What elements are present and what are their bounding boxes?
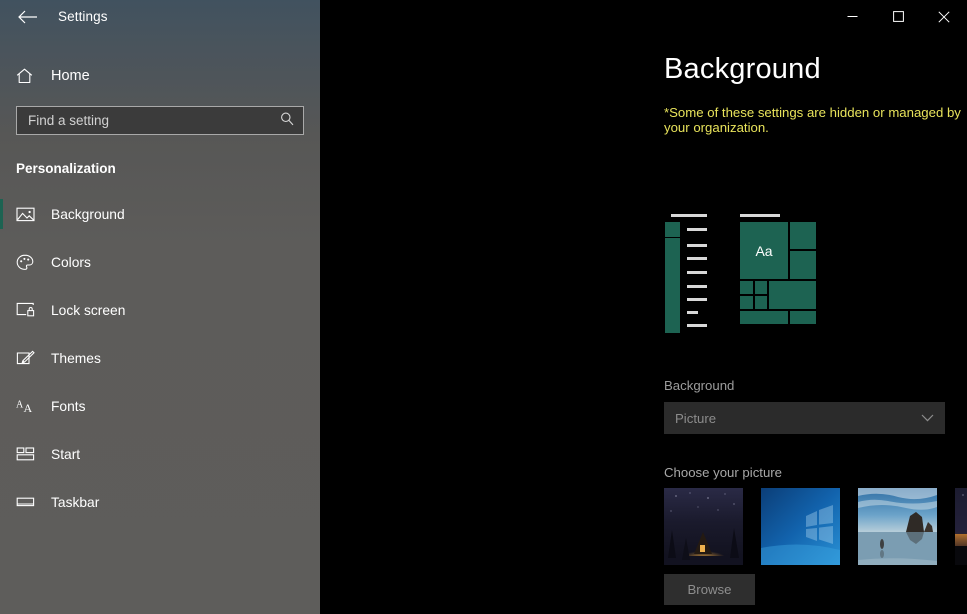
home-icon: [16, 68, 44, 84]
image-icon: [16, 206, 46, 222]
preview-line: [687, 257, 707, 260]
back-button[interactable]: [12, 2, 44, 32]
preview-tile: [790, 222, 816, 249]
wallpaper-night-cabin[interactable]: [664, 488, 743, 565]
preview-start-tiles: Aa: [738, 211, 835, 326]
main-content: Background *Some of these settings are h…: [320, 0, 967, 614]
wallpaper-thumbnail-list: [664, 488, 967, 565]
minimize-button[interactable]: [829, 0, 875, 33]
preview-tile: [790, 251, 816, 279]
sidebar-item-home-label: Home: [51, 68, 90, 84]
preview-tile: [740, 311, 788, 324]
search-box[interactable]: [16, 106, 304, 135]
preview-tile: [740, 296, 753, 309]
preview-line: [687, 324, 707, 327]
brush-icon: [16, 350, 46, 367]
wallpaper-milky-way-tent[interactable]: [955, 488, 967, 565]
preview-tile: [740, 281, 753, 294]
preview-tile-square: [665, 318, 680, 333]
preview-line: [687, 244, 707, 247]
sidebar-nav-list: Background Colors Lock screen Themes A A…: [0, 190, 320, 526]
sidebar-item-taskbar-label: Taskbar: [51, 494, 100, 510]
browse-button[interactable]: Browse: [664, 574, 755, 605]
lock-screen-icon: [16, 302, 46, 318]
sidebar-item-themes-label: Themes: [51, 350, 101, 366]
preview-line: [687, 228, 707, 231]
sidebar-item-colors[interactable]: Colors: [0, 238, 320, 286]
maximize-button[interactable]: [875, 0, 921, 33]
fonts-icon: A A: [16, 398, 46, 415]
preview-tile: [790, 311, 816, 324]
preview-line: [687, 311, 698, 314]
theme-preview: Aa: [665, 211, 835, 333]
preview-header-bar: [740, 214, 780, 217]
sidebar: Settings Home Personalization: [0, 0, 320, 614]
wallpaper-beach-stack[interactable]: [858, 488, 937, 565]
preview-tile: [769, 281, 816, 309]
sidebar-item-lock-screen-label: Lock screen: [51, 302, 126, 318]
preview-line: [687, 271, 707, 274]
window-controls: [829, 0, 967, 33]
preview-line: [687, 298, 707, 301]
titlebar-left: Settings: [0, 0, 320, 33]
start-tiles-icon: [16, 446, 46, 462]
sidebar-section-title: Personalization: [16, 161, 116, 176]
minimize-icon: [847, 16, 857, 17]
preview-tile-square: [665, 222, 680, 237]
background-type-value: Picture: [675, 410, 717, 426]
chevron-down-icon: [921, 414, 945, 422]
selected-accent-bar: [0, 199, 3, 229]
preview-tile: [755, 281, 767, 294]
preview-line: [687, 285, 707, 288]
sidebar-item-taskbar[interactable]: Taskbar: [0, 478, 320, 526]
sidebar-item-lock-screen[interactable]: Lock screen: [0, 286, 320, 334]
maximize-icon: [892, 11, 904, 22]
sidebar-item-home[interactable]: Home: [0, 56, 320, 96]
managed-by-organization-note: *Some of these settings are hidden or ma…: [664, 105, 961, 135]
sidebar-item-fonts[interactable]: A A Fonts: [0, 382, 320, 430]
back-arrow-icon: [18, 10, 37, 23]
sidebar-item-colors-label: Colors: [51, 254, 91, 270]
close-button[interactable]: [921, 0, 967, 33]
page-title: Background: [664, 53, 821, 85]
app-title: Settings: [58, 9, 108, 24]
preview-tile: [755, 296, 767, 309]
sidebar-item-start[interactable]: Start: [0, 430, 320, 478]
preview-tile-large: Aa: [740, 222, 788, 279]
wallpaper-windows-blue[interactable]: [761, 488, 840, 565]
settings-window: Settings Home Personalization: [0, 0, 967, 614]
search-icon[interactable]: [280, 111, 294, 130]
search-input[interactable]: [17, 113, 303, 128]
sidebar-item-start-label: Start: [51, 446, 81, 462]
close-icon: [938, 10, 950, 23]
search-wrapper: [0, 106, 320, 135]
choose-picture-label: Choose your picture: [664, 465, 783, 480]
sidebar-item-themes[interactable]: Themes: [0, 334, 320, 382]
preview-start-menu-list: [665, 211, 709, 333]
palette-icon: [16, 254, 46, 271]
svg-text:A: A: [24, 401, 33, 414]
sidebar-item-background-label: Background: [51, 206, 125, 222]
preview-tile-square: [665, 251, 680, 266]
background-type-dropdown[interactable]: Picture: [664, 402, 945, 434]
preview-header-bar: [671, 214, 707, 217]
preview-tile-square: [665, 265, 680, 280]
sidebar-item-fonts-label: Fonts: [51, 398, 86, 414]
background-field-label: Background: [664, 378, 735, 393]
taskbar-icon: [16, 495, 46, 509]
sidebar-item-background[interactable]: Background: [0, 190, 320, 238]
